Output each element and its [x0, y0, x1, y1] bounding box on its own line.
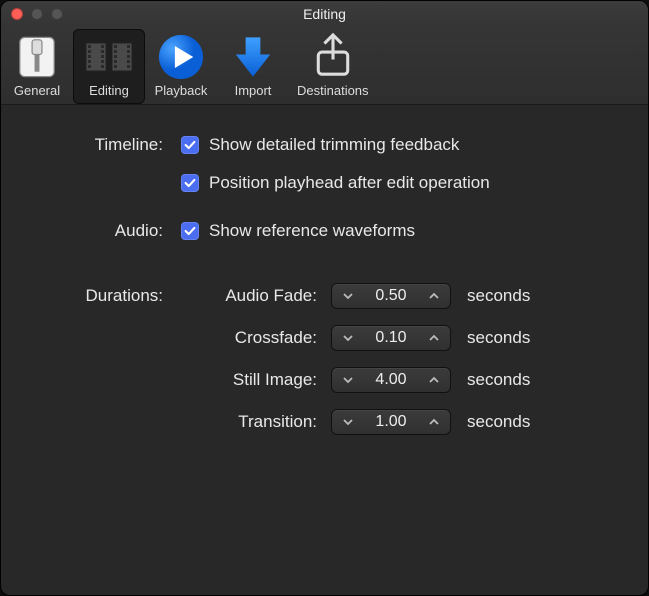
transition-stepper[interactable]: 1.00 [331, 409, 451, 435]
chevron-down-icon[interactable] [338, 286, 358, 306]
tab-label: General [14, 83, 60, 98]
tab-destinations[interactable]: Destinations [289, 29, 377, 104]
check-icon [183, 138, 197, 152]
chevron-down-icon[interactable] [338, 412, 358, 432]
titlebar: Editing [1, 1, 648, 27]
check-icon [183, 176, 197, 190]
chevron-up-icon[interactable] [424, 328, 444, 348]
tab-label: Import [235, 83, 272, 98]
switch-icon [10, 33, 64, 81]
unit-label: seconds [467, 286, 530, 306]
durations-row-transition: Transition: 1.00 seconds [31, 409, 618, 435]
share-icon [306, 33, 360, 81]
audio-fade-value: 0.50 [370, 287, 412, 305]
tab-editing[interactable]: Editing [73, 29, 145, 104]
chevron-down-icon[interactable] [338, 370, 358, 390]
timeline-row-2: Position playhead after edit operation [31, 173, 618, 193]
unit-label: seconds [467, 328, 530, 348]
unit-label: seconds [467, 370, 530, 390]
checkbox-detailed-trimming[interactable] [181, 136, 199, 154]
checkbox-label: Show detailed trimming feedback [209, 135, 459, 155]
content: Timeline: Show detailed trimming feedbac… [1, 105, 648, 471]
audio-row-1: Audio: Show reference waveforms [31, 221, 618, 241]
tab-import[interactable]: Import [217, 29, 289, 104]
tab-general[interactable]: General [1, 29, 73, 104]
crossfade-stepper[interactable]: 0.10 [331, 325, 451, 351]
transition-label: Transition: [181, 412, 331, 432]
tab-label: Destinations [297, 83, 369, 98]
chevron-up-icon[interactable] [424, 286, 444, 306]
durations-row-audio-fade: Durations: Audio Fade: 0.50 seconds [31, 283, 618, 309]
transition-value: 1.00 [370, 413, 412, 431]
still-image-label: Still Image: [181, 370, 331, 390]
tab-label: Playback [155, 83, 208, 98]
durations-row-still-image: Still Image: 4.00 seconds [31, 367, 618, 393]
still-image-value: 4.00 [370, 371, 412, 389]
toolbar: General Editing [1, 27, 648, 105]
check-icon [183, 224, 197, 238]
durations-row-crossfade: Crossfade: 0.10 seconds [31, 325, 618, 351]
timeline-label: Timeline: [31, 135, 181, 155]
filmstrip-icon [82, 33, 136, 81]
durations-label: Durations: [31, 286, 181, 306]
audio-label: Audio: [31, 221, 181, 241]
chevron-up-icon[interactable] [424, 370, 444, 390]
checkbox-label: Position playhead after edit operation [209, 173, 490, 193]
tab-label: Editing [89, 83, 129, 98]
play-icon [154, 33, 208, 81]
unit-label: seconds [467, 412, 530, 432]
checkbox-label: Show reference waveforms [209, 221, 415, 241]
audio-fade-label: Audio Fade: [181, 286, 331, 306]
tab-playback[interactable]: Playback [145, 29, 217, 104]
window-title: Editing [1, 6, 648, 22]
timeline-row-1: Timeline: Show detailed trimming feedbac… [31, 135, 618, 155]
crossfade-label: Crossfade: [181, 328, 331, 348]
audio-fade-stepper[interactable]: 0.50 [331, 283, 451, 309]
checkbox-position-playhead[interactable] [181, 174, 199, 192]
chevron-up-icon[interactable] [424, 412, 444, 432]
checkbox-reference-waveforms[interactable] [181, 222, 199, 240]
crossfade-value: 0.10 [370, 329, 412, 347]
preferences-window: Editing General [0, 0, 649, 596]
chevron-down-icon[interactable] [338, 328, 358, 348]
still-image-stepper[interactable]: 4.00 [331, 367, 451, 393]
download-arrow-icon [226, 33, 280, 81]
